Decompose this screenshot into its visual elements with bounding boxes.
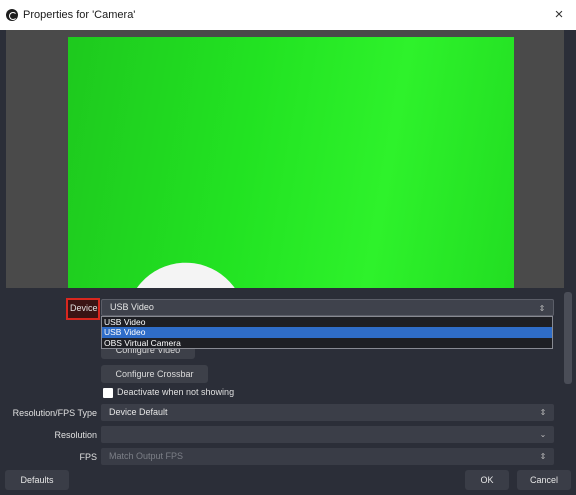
resolution-fps-type-value: Device Default <box>109 407 168 417</box>
preview-object <box>126 254 254 288</box>
fps-select[interactable]: Match Output FPS ⇕ <box>101 448 554 465</box>
device-label: Device <box>70 303 98 313</box>
camera-preview <box>68 37 514 288</box>
device-option-selected[interactable]: USB Video <box>102 327 552 338</box>
title-bar: Properties for 'Camera' × <box>0 0 576 30</box>
chevron-down-icon: ⌄ <box>539 430 547 439</box>
updown-chevron-icon: ⇕ <box>539 452 547 461</box>
fps-label: FPS <box>79 452 97 462</box>
ok-button[interactable]: OK <box>465 470 509 490</box>
resolution-fps-type-select[interactable]: Device Default ⇕ <box>101 404 554 421</box>
device-select-value: USB Video <box>110 302 154 312</box>
close-icon[interactable]: × <box>550 5 568 25</box>
device-option[interactable]: OBS Virtual Camera <box>102 338 552 348</box>
cancel-button[interactable]: Cancel <box>517 470 571 490</box>
resolution-fps-type-label: Resolution/FPS Type <box>12 408 97 418</box>
defaults-button[interactable]: Defaults <box>5 470 69 490</box>
fps-value: Match Output FPS <box>109 451 184 461</box>
device-select[interactable]: USB Video ⇕ <box>101 299 554 316</box>
device-dropdown-list[interactable]: USB Video USB Video OBS Virtual Camera <box>101 316 553 349</box>
configure-crossbar-button[interactable]: Configure Crossbar <box>101 365 208 383</box>
resolution-combobox[interactable]: ⌄ <box>101 426 554 443</box>
obs-logo-icon <box>6 9 18 21</box>
deactivate-label: Deactivate when not showing <box>117 387 235 397</box>
resolution-label: Resolution <box>54 430 97 440</box>
deactivate-checkbox[interactable] <box>103 388 113 398</box>
vertical-scrollbar[interactable] <box>564 292 572 384</box>
window-title: Properties for 'Camera' <box>23 9 136 21</box>
updown-chevron-icon: ⇕ <box>538 304 546 313</box>
updown-chevron-icon: ⇕ <box>539 408 547 417</box>
preview-area <box>6 30 564 288</box>
device-option[interactable]: USB Video <box>102 317 552 327</box>
